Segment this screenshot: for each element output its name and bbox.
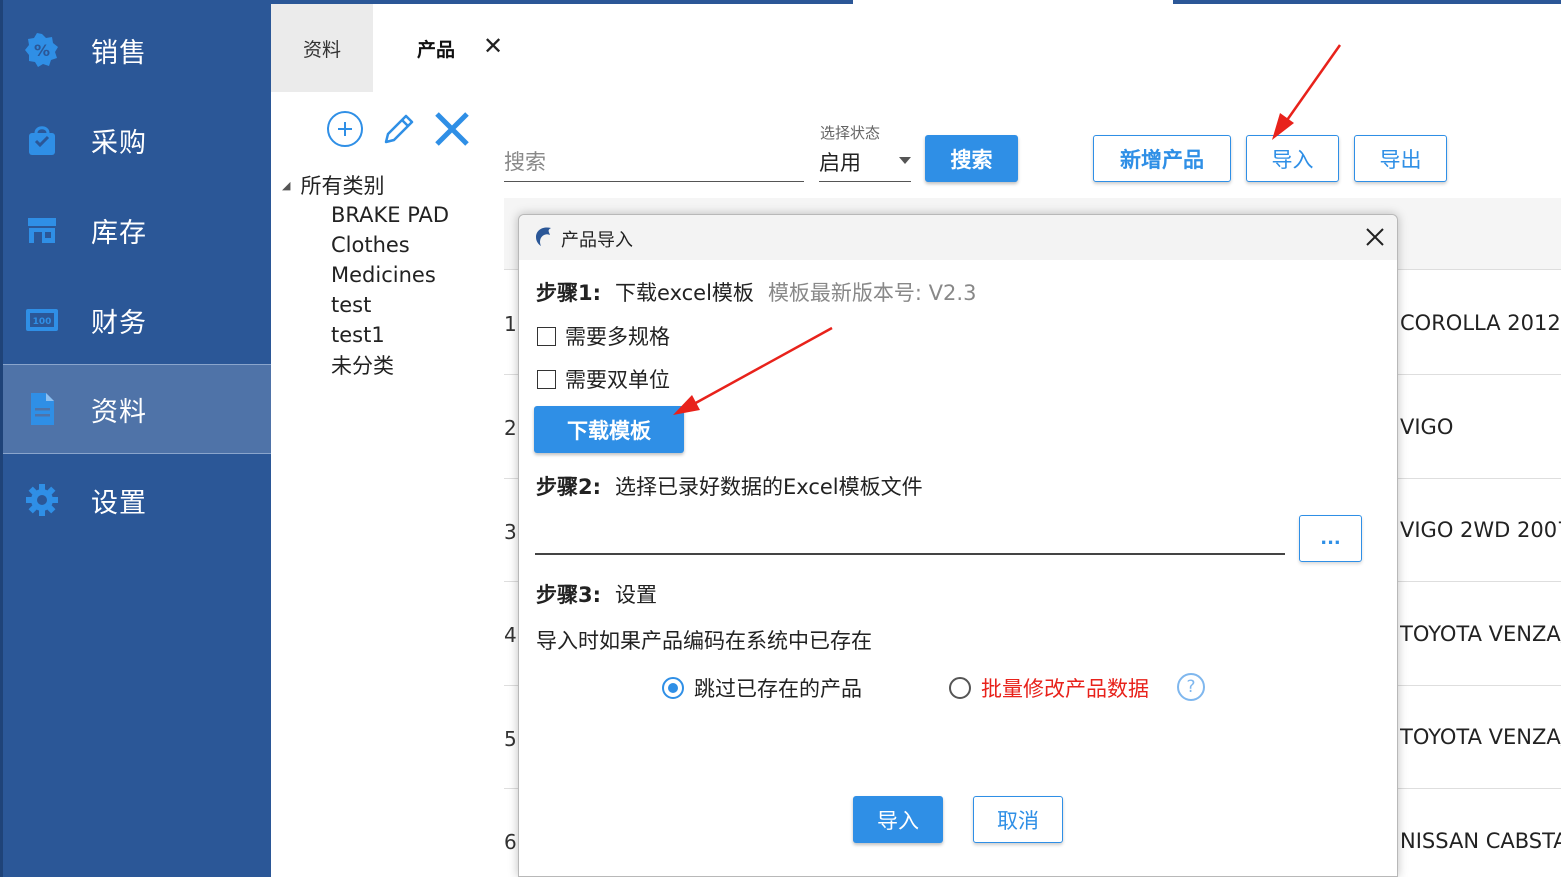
sidebar-item-purchase[interactable]: 采购 <box>3 95 271 185</box>
app-logo-icon <box>533 225 553 251</box>
tree-item[interactable]: test1 <box>280 320 449 350</box>
table-cell-model: VIGO <box>1400 415 1454 439</box>
store-icon <box>25 213 59 247</box>
close-icon[interactable] <box>1361 223 1389 251</box>
tab-data[interactable]: 资料 <box>271 4 373 92</box>
table-cell-model: VIGO 2WD 2007 <box>1400 518 1561 542</box>
tree-item[interactable]: test <box>280 290 449 320</box>
radio-skip-existing[interactable]: 跳过已存在的产品 <box>662 673 862 703</box>
status-select-caption: 选择状态 <box>820 124 881 142</box>
search-input[interactable] <box>504 142 804 182</box>
step1-row: 步骤1: 下载excel模板 模板最新版本号: V2.3 <box>536 277 976 307</box>
tree-item[interactable]: Clothes <box>280 230 449 260</box>
export-button[interactable]: 导出 <box>1354 135 1447 182</box>
table-cell-model: TOYOTA VENZA/ <box>1400 622 1561 646</box>
dual-unit-checkbox[interactable]: 需要双单位 <box>537 364 670 394</box>
step3-text: 设置 <box>615 583 658 607</box>
status-select[interactable]: 启用 <box>819 142 911 182</box>
tab-close-icon[interactable]: ✕ <box>483 32 503 60</box>
download-template-button[interactable]: 下载模板 <box>534 406 684 453</box>
step1-text: 下载excel模板 <box>615 281 754 305</box>
dialog-title: 产品导入 <box>561 230 633 251</box>
product-import-dialog: 产品导入 步骤1: 下载excel模板 模板最新版本号: V2.3 需要多规格 需要… <box>518 214 1398 877</box>
sidebar-item-label: 采购 <box>91 127 147 159</box>
sidebar-item-label: 销售 <box>91 37 147 69</box>
import-button[interactable]: 导入 <box>1246 135 1339 182</box>
template-version: 模板最新版本号: V2.3 <box>767 281 977 305</box>
search-button[interactable]: 搜索 <box>925 135 1018 182</box>
sidebar-item-sales[interactable]: % 销售 <box>3 5 271 95</box>
top-accent-line-right <box>1173 0 1561 4</box>
dialog-cancel-button[interactable]: 取消 <box>973 796 1063 843</box>
sidebar-item-inventory[interactable]: 库存 <box>3 185 271 275</box>
step2-row: 步骤2: 选择已录好数据的Excel模板文件 <box>536 471 923 501</box>
dialog-import-button[interactable]: 导入 <box>853 796 943 843</box>
dialog-titlebar: 产品导入 <box>519 215 1397 260</box>
svg-text:%: % <box>34 41 50 60</box>
row-number: 5 <box>504 727 517 751</box>
tree-item[interactable]: Medicines <box>280 260 449 290</box>
status-select-value: 启用 <box>819 150 861 175</box>
sidebar-item-label: 设置 <box>91 487 147 519</box>
category-tree: ◢ 所有类别 BRAKE PAD Clothes Medicines test … <box>280 170 449 380</box>
radio-label: 批量修改产品数据 <box>981 677 1149 701</box>
sidebar: % 销售 采购 库存 100 财务 资料 设置 <box>0 0 271 877</box>
step2-label: 步骤2: <box>536 475 602 499</box>
table-cell-model: NISSAN CABSTA <box>1400 829 1561 853</box>
multi-spec-checkbox[interactable]: 需要多规格 <box>537 321 670 351</box>
row-number: 1 <box>504 312 517 336</box>
gear-icon <box>25 483 59 517</box>
tree-item[interactable]: BRAKE PAD <box>280 200 449 230</box>
banknote-icon: 100 <box>25 303 59 337</box>
sidebar-item-label: 资料 <box>91 396 147 428</box>
expand-triangle-icon[interactable]: ◢ <box>282 179 290 192</box>
radio-label: 跳过已存在的产品 <box>694 677 862 701</box>
pencil-icon[interactable] <box>378 110 418 150</box>
tree-item[interactable]: 未分类 <box>280 350 449 380</box>
percent-badge-icon: % <box>25 33 59 67</box>
browse-file-button[interactable]: ... <box>1299 515 1362 562</box>
step2-text: 选择已录好数据的Excel模板文件 <box>615 475 923 499</box>
chevron-down-icon <box>899 157 911 164</box>
tab-label: 资料 <box>302 38 341 61</box>
sidebar-item-finance[interactable]: 100 财务 <box>3 275 271 365</box>
help-icon[interactable]: ? <box>1177 673 1205 701</box>
checkbox-box[interactable] <box>537 326 556 346</box>
delete-x-icon[interactable] <box>432 110 472 150</box>
checkbox-label: 需要双单位 <box>565 368 670 392</box>
table-cell-model: TOYOTA VENZA/ <box>1400 725 1561 749</box>
document-icon <box>25 392 59 426</box>
sidebar-item-settings[interactable]: 设置 <box>3 455 271 545</box>
annotation-arrow-import <box>1272 44 1342 140</box>
step1-label: 步骤1: <box>536 281 602 305</box>
row-number: 6 <box>504 830 517 854</box>
checkbox-label: 需要多规格 <box>565 325 670 349</box>
step3-row: 步骤3: 设置 <box>536 579 657 609</box>
step3-label: 步骤3: <box>536 583 602 607</box>
table-cell-model: COROLLA 2012- <box>1400 311 1561 335</box>
exist-prompt: 导入时如果产品编码在系统中已存在 <box>536 629 872 653</box>
sidebar-item-label: 财务 <box>91 307 147 339</box>
radio-dot[interactable] <box>662 677 684 699</box>
sidebar-item-label: 库存 <box>91 217 147 249</box>
radio-dot[interactable] <box>949 677 971 699</box>
new-product-button[interactable]: 新增产品 <box>1093 135 1231 182</box>
svg-text:100: 100 <box>33 317 52 327</box>
row-number: 3 <box>504 520 517 544</box>
tree-root-label: 所有类别 <box>300 174 385 198</box>
shopping-bag-icon <box>25 123 59 157</box>
sidebar-item-data[interactable]: 资料 <box>3 364 271 454</box>
file-path-field[interactable] <box>535 553 1285 555</box>
tree-root[interactable]: ◢ 所有类别 <box>280 170 449 200</box>
add-circle-icon[interactable] <box>326 110 366 150</box>
row-number: 4 <box>504 623 517 647</box>
checkbox-box[interactable] <box>537 369 556 389</box>
radio-batch-update[interactable]: 批量修改产品数据 <box>949 673 1149 703</box>
row-number: 2 <box>504 416 517 440</box>
tab-label: 产品 <box>417 38 456 61</box>
